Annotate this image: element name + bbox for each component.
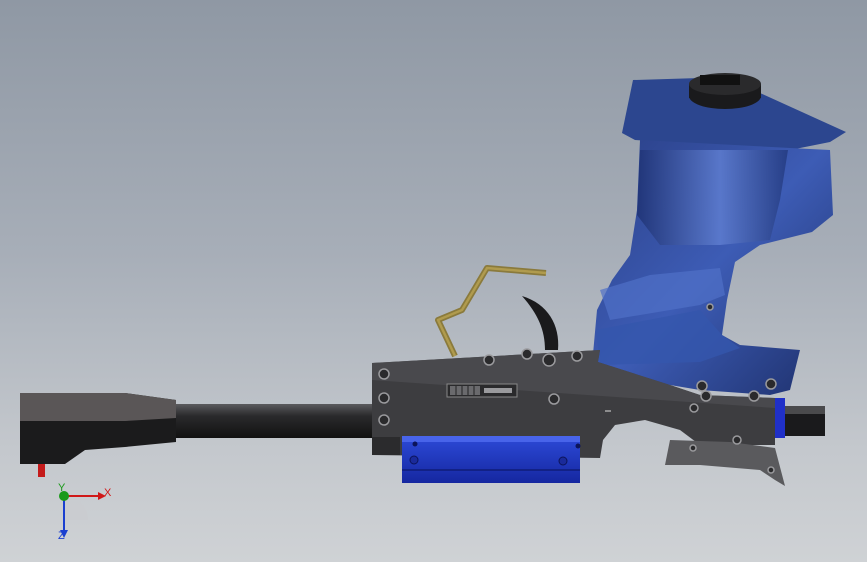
- axis-y-label: Y: [58, 482, 66, 494]
- trigger: [522, 296, 559, 350]
- pistol-model[interactable]: [0, 0, 867, 562]
- axis-x-label: X: [104, 487, 112, 499]
- axis-z-label: Z: [58, 530, 65, 542]
- rear-cap: [775, 398, 825, 438]
- accessory-rail: [402, 436, 581, 483]
- graphics-viewport[interactable]: X Y Z: [0, 0, 867, 562]
- muzzle-block: [20, 393, 176, 477]
- trigger-guard: [435, 265, 547, 358]
- barrel: [176, 404, 376, 438]
- grip: [592, 73, 846, 395]
